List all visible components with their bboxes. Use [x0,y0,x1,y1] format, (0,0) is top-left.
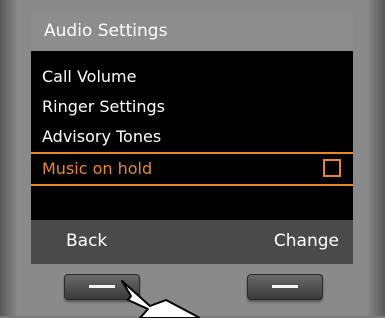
menu-item-label: Ringer Settings [42,97,165,116]
softkey-change-label: Change [273,231,339,251]
menu-item-call-volume[interactable]: Call Volume [31,62,353,92]
page-title: Audio Settings [44,21,168,41]
softkey-back-label: Back [66,231,108,251]
music-on-hold-checkbox[interactable] [323,159,341,177]
softkey-bar: Back Change [31,220,353,264]
phone-display: Audio Settings Call Volume Ringer Settin… [31,13,353,264]
title-bar: Audio Settings [31,13,353,51]
menu-item-advisory-tones[interactable]: Advisory Tones [31,122,353,152]
audio-settings-menu: Call Volume Ringer Settings Advisory Ton… [31,62,353,186]
pointer-arrow-icon [121,280,200,318]
menu-item-music-on-hold[interactable]: Music on hold [31,152,353,186]
dash-icon [272,285,298,288]
menu-item-label: Call Volume [42,67,137,86]
menu-item-label: Music on hold [42,159,153,178]
menu-item-label: Advisory Tones [42,127,162,146]
menu-item-ringer-settings[interactable]: Ringer Settings [31,92,353,122]
right-softkey-button[interactable] [247,274,323,300]
